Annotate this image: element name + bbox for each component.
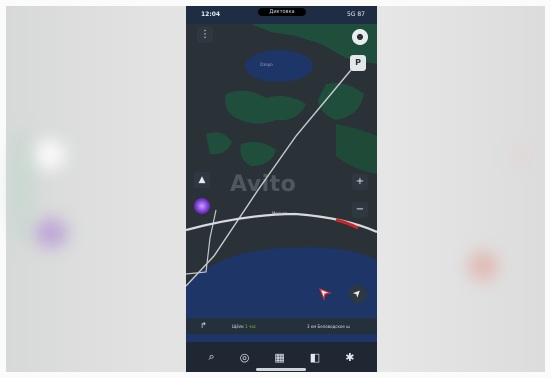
parking-button[interactable]: P: [350, 55, 366, 71]
road-label: Москва: [272, 211, 288, 216]
status-time: 12:04: [201, 11, 221, 18]
avito-watermark: Avito: [230, 172, 297, 197]
turn-arrow-icon: ↱: [200, 321, 207, 330]
navigator-icon[interactable]: ◎: [240, 351, 250, 364]
road-events-button[interactable]: ▲: [194, 172, 210, 188]
zoom-in-button[interactable]: +: [352, 174, 368, 190]
chat-button[interactable]: ●: [352, 29, 368, 45]
nav-arrow-icon: [318, 287, 332, 301]
menu-button[interactable]: ⋮: [197, 27, 213, 43]
phone-screen: 12:04 Диктовка 5G 87 Озеро Москва Avito …: [186, 6, 377, 372]
assistant-button[interactable]: [194, 198, 210, 214]
route-summary: Щёлк 1 час: [232, 324, 256, 329]
search-icon[interactable]: ⌕: [209, 350, 215, 364]
blurred-light-spot: [32, 140, 66, 170]
more-icon: ⋮: [200, 29, 210, 40]
lake: [245, 50, 313, 82]
warning-icon: ▲: [198, 175, 206, 185]
route-info-bar[interactable]: ↱ Щёлк 1 час 3 км Беловодское ш: [186, 318, 377, 334]
plus-icon: +: [355, 176, 365, 187]
route-prefix: Щёлк: [232, 324, 244, 329]
route-time-highlight: 1 час: [245, 324, 256, 329]
route-destination: 3 км Беловодское ш: [307, 324, 350, 329]
zoom-out-button[interactable]: −: [352, 202, 368, 218]
blurred-green-spot: [8, 126, 36, 246]
home-indicator[interactable]: [256, 368, 306, 371]
dynamic-island-pill: Диктовка: [258, 8, 306, 16]
location-arrow-icon: ➤: [350, 286, 365, 301]
navigation-arrow-marker: [318, 287, 332, 301]
blurred-purple-spot: [34, 218, 68, 248]
parking-icon: P: [355, 58, 361, 67]
layers-icon[interactable]: ◧: [310, 351, 320, 364]
blurred-pink-spot: [511, 146, 531, 166]
status-signal-battery: 5G 87: [346, 11, 365, 18]
blurred-red-spot: [468, 251, 498, 281]
chat-icon: ●: [356, 32, 364, 41]
status-bar: 12:04 Диктовка 5G 87: [186, 6, 377, 24]
minus-icon: −: [355, 204, 365, 215]
settings-icon[interactable]: ✱: [345, 351, 354, 364]
map-icon[interactable]: ▦: [274, 351, 284, 364]
lake-label: Озеро: [260, 62, 273, 67]
